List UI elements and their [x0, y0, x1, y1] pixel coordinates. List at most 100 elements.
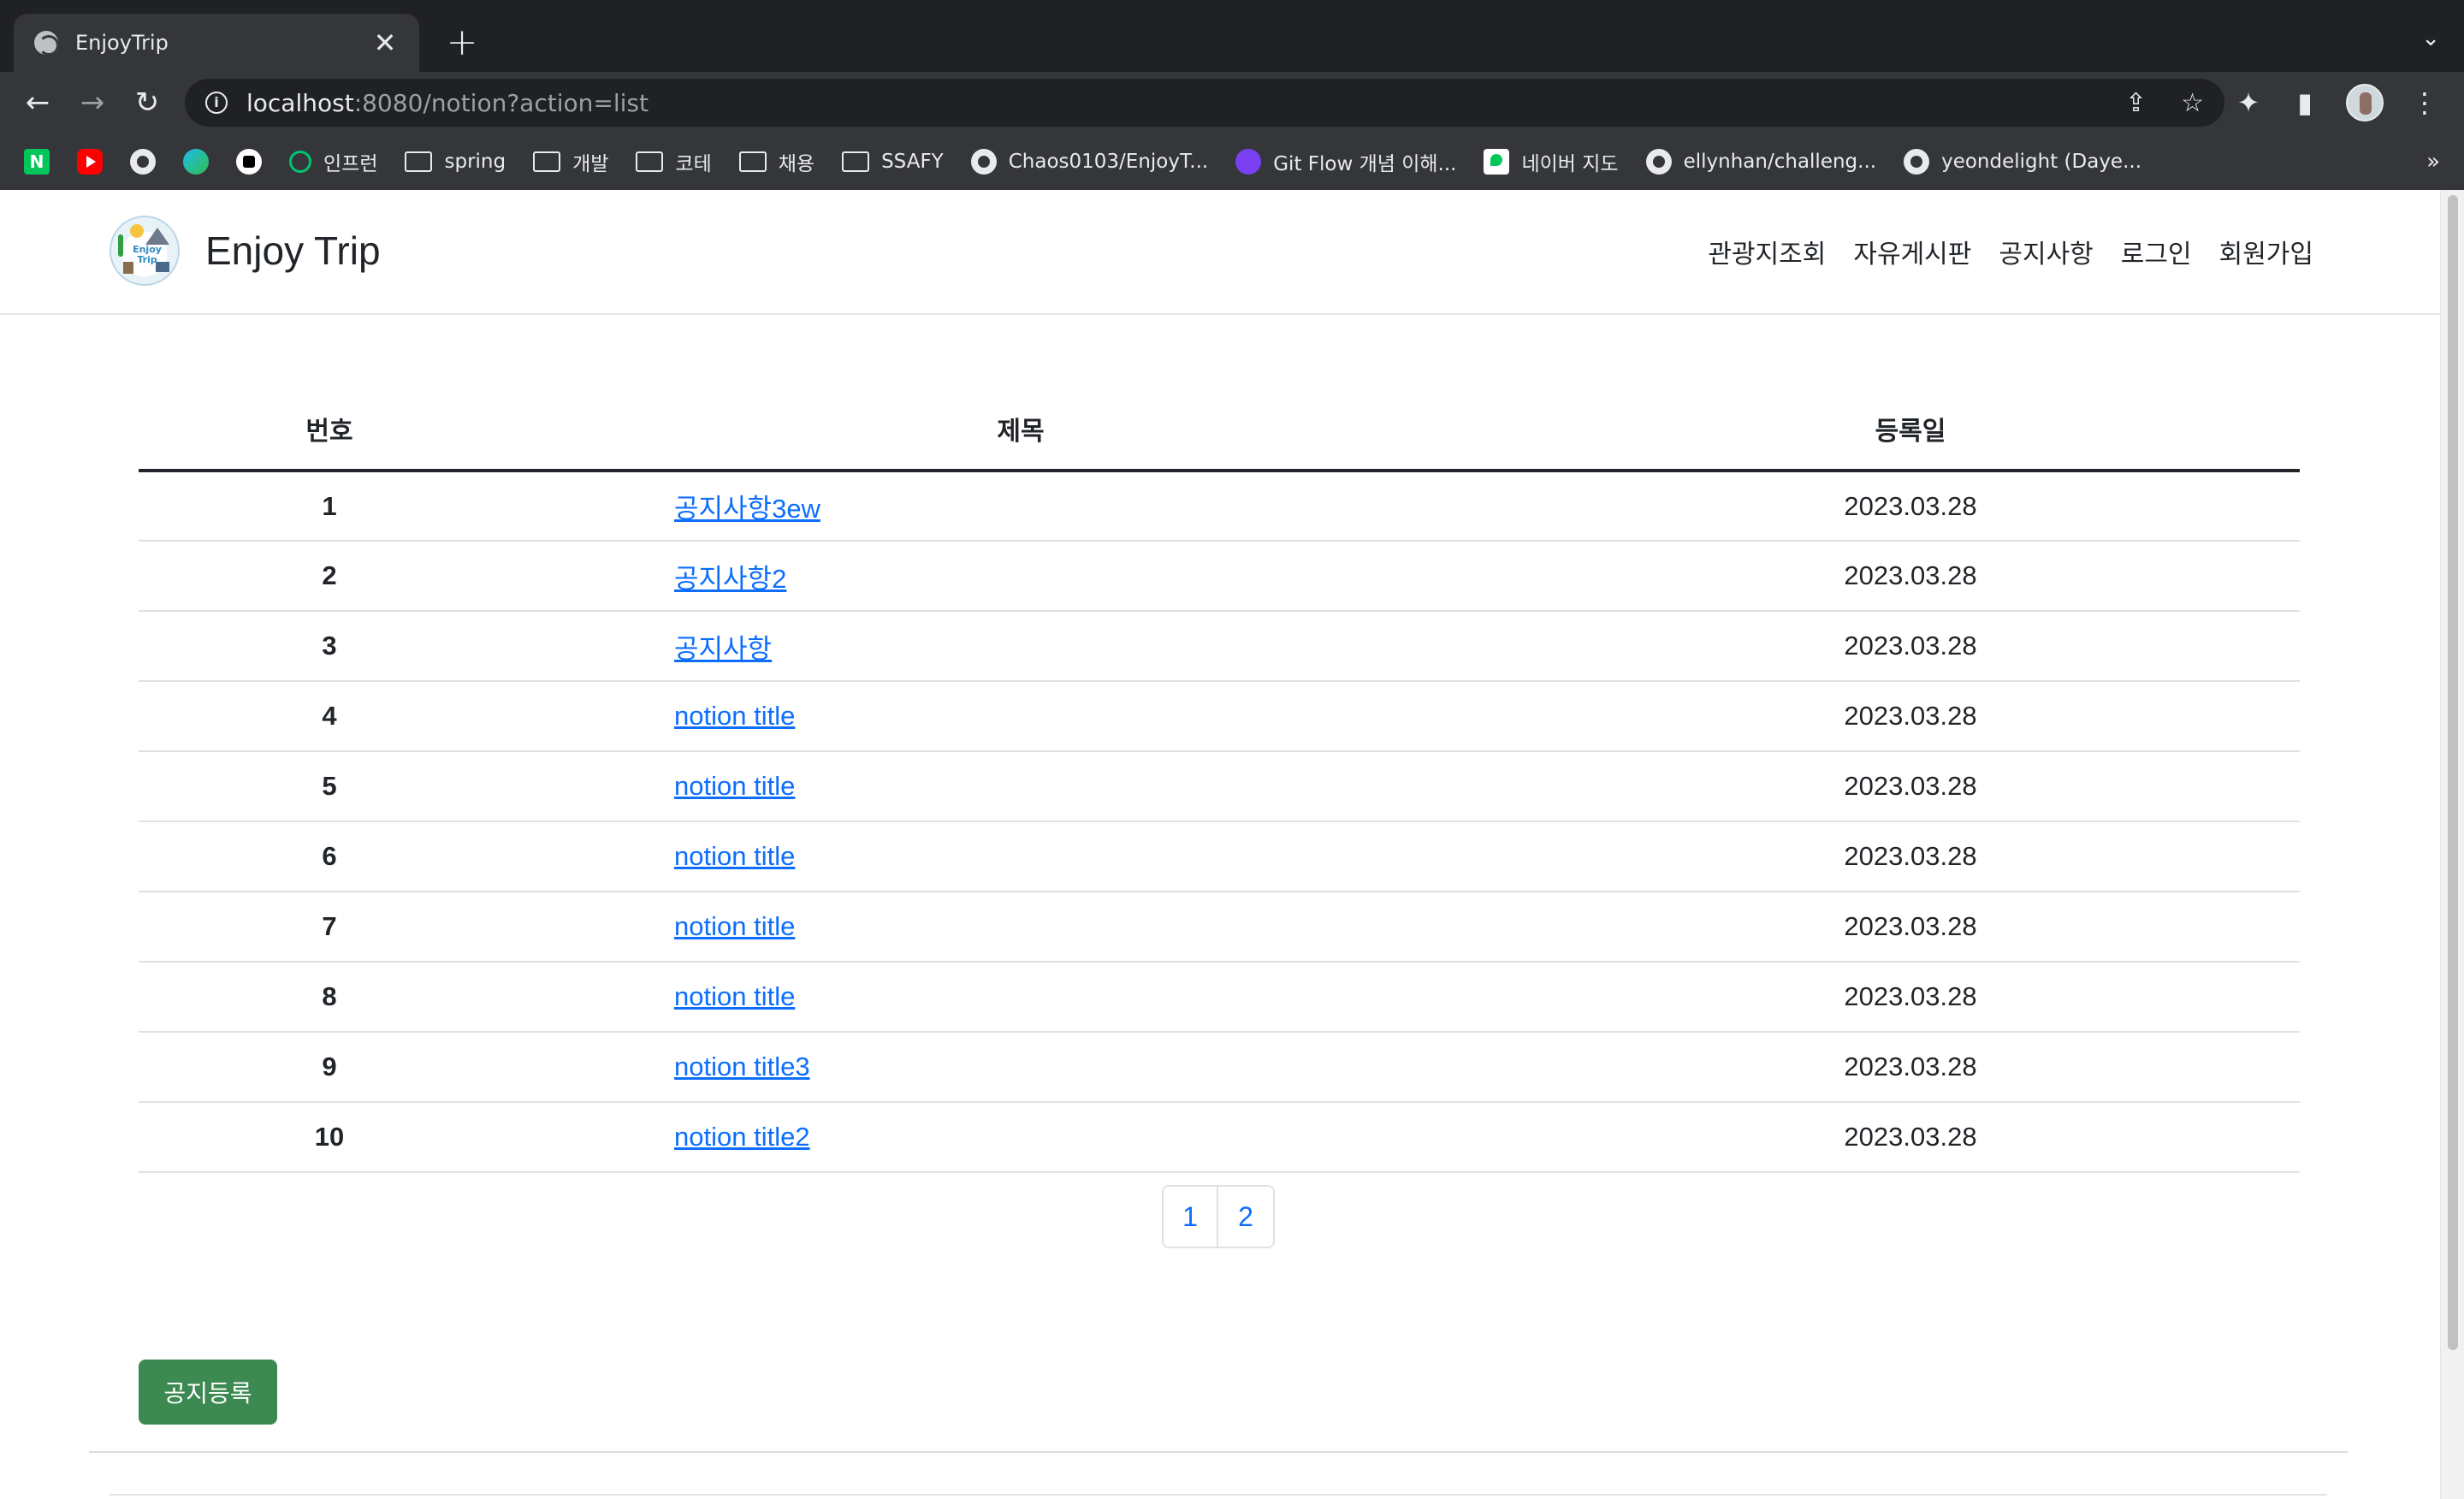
browser-toolbar: ← → ↻ i localhost :8080/notion?action=li…: [0, 72, 2464, 133]
table-row: 4 notion title 2023.03.28: [139, 681, 2300, 752]
row-number: 9: [139, 1032, 520, 1103]
address-bar[interactable]: i localhost :8080/notion?action=list ⇪ ☆: [185, 79, 2224, 127]
reload-icon[interactable]: ↻: [130, 86, 164, 120]
edge-icon: [183, 149, 209, 175]
table-row: 3 공지사항 2023.03.28: [139, 611, 2300, 682]
side-panel-icon[interactable]: ▮: [2289, 86, 2320, 119]
row-date: 2023.03.28: [1521, 892, 2300, 963]
site-info-icon[interactable]: i: [205, 92, 228, 114]
globe-icon: [34, 31, 58, 55]
table-row: 5 notion title 2023.03.28: [139, 751, 2300, 822]
back-arrow-icon[interactable]: ←: [21, 86, 55, 120]
star-icon[interactable]: ☆: [2181, 88, 2204, 118]
bookmark-label: spring: [444, 151, 506, 173]
notice-title-link[interactable]: notion title: [674, 981, 795, 1011]
nav-free-board[interactable]: 자유게시판: [1853, 233, 1971, 270]
mountain-icon: [145, 228, 169, 245]
page-link-1[interactable]: 1: [1162, 1185, 1218, 1248]
nav-notices[interactable]: 공지사항: [1999, 233, 2093, 270]
close-tab-icon[interactable]: ✕: [371, 29, 399, 56]
notice-title-link[interactable]: 공지사항3ew: [674, 494, 820, 524]
profile-avatar[interactable]: [2346, 84, 2384, 121]
url-path: :8080/notion?action=list: [353, 88, 649, 117]
site-header: Enjoy Trip Enjoy Trip 관광지조회 자유게시판 공지사항 로…: [0, 190, 2440, 315]
bookmark-label: yeondelight (Daye...: [1941, 151, 2142, 173]
bookmark-label: 네이버 지도: [1521, 153, 1619, 175]
sun-icon: [130, 224, 144, 238]
bookmark-edge[interactable]: [183, 149, 209, 175]
logo[interactable]: Enjoy Trip: [110, 216, 180, 286]
notice-title-link[interactable]: 공지사항: [674, 634, 772, 664]
bookmark-label: 개발: [572, 153, 609, 175]
bookmark-folder-spring[interactable]: spring: [405, 151, 506, 173]
nav-signup[interactable]: 회원가입: [2219, 233, 2313, 270]
table-row: 8 notion title 2023.03.28: [139, 962, 2300, 1033]
bookmark-label: Git Flow 개념 이해...: [1273, 153, 1457, 175]
notice-title-link[interactable]: notion title: [674, 771, 795, 801]
scrollbar[interactable]: [2440, 190, 2464, 1499]
table-row: 10 notion title2 2023.03.28: [139, 1102, 2300, 1173]
brand-name[interactable]: Enjoy Trip: [205, 228, 381, 274]
bookmark-folder-jobs[interactable]: 채용: [738, 147, 815, 176]
palm-tree-icon: [118, 234, 123, 257]
row-date: 2023.03.28: [1521, 1102, 2300, 1173]
page-content: Enjoy Trip Enjoy Trip 관광지조회 자유게시판 공지사항 로…: [0, 190, 2464, 1499]
folder-icon: [636, 151, 664, 172]
row-date: 2023.03.28: [1521, 821, 2300, 892]
register-notice-button[interactable]: 공지등록: [139, 1360, 277, 1425]
extensions-icon[interactable]: ✦: [2233, 86, 2264, 119]
bookmark-github[interactable]: [130, 149, 156, 175]
share-icon[interactable]: ⇪: [2125, 88, 2147, 118]
bookmark-folder-ssafy[interactable]: SSAFY: [842, 151, 944, 173]
row-number: 10: [139, 1102, 520, 1173]
pagination: 1 2: [1162, 1185, 1275, 1248]
table-header-row: 번호 제목 등록일: [139, 380, 2300, 472]
folder-icon: [842, 151, 870, 172]
nav-attractions[interactable]: 관광지조회: [1708, 233, 1826, 270]
bookmarks-bar: N 인프런 spring 개발 코테 채용 SSAFY Chaos0103/En…: [0, 133, 2464, 190]
notice-title-link[interactable]: notion title: [674, 911, 795, 941]
naver-map-icon: [1484, 149, 1510, 175]
forward-arrow-icon[interactable]: →: [75, 86, 110, 120]
scrollbar-thumb[interactable]: [2448, 195, 2458, 1350]
notice-title-link[interactable]: notion title: [674, 701, 795, 731]
table-row: 7 notion title 2023.03.28: [139, 892, 2300, 963]
bookmark-folder-codingtest[interactable]: 코테: [636, 147, 712, 176]
bookmark-label: 채용: [778, 153, 815, 175]
bookmarks-overflow-icon[interactable]: »: [2426, 149, 2440, 175]
notice-title-link[interactable]: notion title: [674, 841, 795, 871]
bookmark-label: Chaos0103/EnjoyT...: [1008, 151, 1209, 173]
notice-title-link[interactable]: notion title3: [674, 1052, 810, 1081]
notice-title-link[interactable]: notion title2: [674, 1122, 810, 1152]
table-row: 6 notion title 2023.03.28: [139, 821, 2300, 892]
bookmark-label: SSAFY: [881, 151, 944, 173]
row-date: 2023.03.28: [1521, 751, 2300, 822]
chevron-down-icon[interactable]: ⌄: [2421, 26, 2440, 51]
kebab-menu-icon[interactable]: ⋮: [2409, 86, 2440, 119]
page-link-2[interactable]: 2: [1218, 1185, 1275, 1248]
nav-login[interactable]: 로그인: [2121, 233, 2192, 270]
bookmark-folder-dev[interactable]: 개발: [533, 147, 608, 176]
bookmark-youtube[interactable]: [77, 149, 103, 175]
notice-title-link[interactable]: 공지사항2: [674, 564, 786, 594]
house-icon: [156, 262, 169, 272]
github-icon: [1904, 149, 1930, 175]
bookmark-label: ellynhan/challeng...: [1683, 151, 1877, 173]
tab-strip: EnjoyTrip ✕ + ⌄: [0, 0, 2464, 72]
row-date: 2023.03.28: [1521, 471, 2300, 542]
bookmark-gitflow[interactable]: Git Flow 개념 이해...: [1235, 147, 1456, 176]
new-tab-button[interactable]: +: [443, 21, 481, 65]
column-header-number: 번호: [139, 380, 520, 472]
bookmark-naver[interactable]: N: [24, 149, 50, 175]
row-number: 1: [139, 471, 520, 542]
bookmark-chaos-repo[interactable]: Chaos0103/EnjoyT...: [970, 149, 1209, 175]
browser-tab[interactable]: EnjoyTrip ✕: [14, 14, 419, 72]
bookmark-ellynhan[interactable]: ellynhan/challeng...: [1645, 149, 1877, 175]
bookmark-yeondelight[interactable]: yeondelight (Daye...: [1904, 149, 2141, 175]
bookmark-naver-map[interactable]: 네이버 지도: [1484, 147, 1619, 176]
bookmark-inflearn[interactable]: 인프런: [289, 147, 377, 176]
browser-chrome: EnjoyTrip ✕ + ⌄ ← → ↻ i localhost :8080/…: [0, 0, 2464, 190]
bookmark-notion[interactable]: [236, 149, 262, 175]
row-date: 2023.03.28: [1521, 681, 2300, 752]
github-icon: [130, 149, 156, 175]
